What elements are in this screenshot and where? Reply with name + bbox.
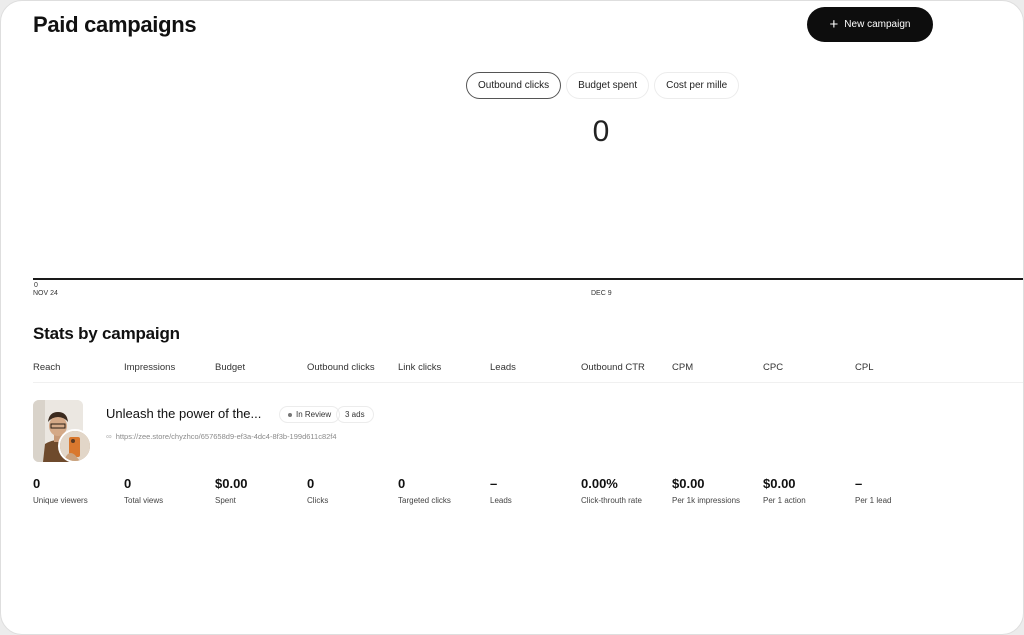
stat-label-leads: Leads — [490, 496, 512, 505]
column-header-outbound-clicks: Outbound clicks — [307, 362, 375, 373]
stat-value-cpc: $0.00 — [763, 476, 796, 491]
column-header-impressions: Impressions — [124, 362, 176, 373]
stat-value-outbound-clicks: 0 — [307, 476, 315, 491]
stat-label-budget: Spent — [215, 496, 236, 505]
column-header-reach: Reach — [33, 362, 61, 373]
x-tick-label: NOV 24 — [33, 290, 58, 297]
app-frame: Paid campaigns + New campaign Outbound c… — [0, 0, 1024, 635]
product-photo-icon — [60, 431, 90, 461]
campaign-name[interactable]: Unleash the power of the... — [106, 406, 261, 421]
ads-count-badge: 3 ads — [336, 406, 374, 423]
y-tick-label: 0 — [34, 282, 38, 289]
tab-cost-per-mille[interactable]: Cost per mille — [654, 72, 740, 99]
column-header-cpl: CPL — [855, 362, 874, 373]
campaign-url[interactable]: https://zee.store/chyzhco/657658d9-ef3a-… — [116, 432, 337, 441]
stat-label-cpl: Per 1 lead — [855, 496, 892, 505]
column-header-budget: Budget — [215, 362, 246, 373]
stat-value-outbound-ctr: 0.00% — [581, 476, 618, 491]
column-header-outbound-ctr: Outbound CTR — [581, 362, 645, 373]
campaign-link[interactable]: ∞ https://zee.store/chyzhco/657658d9-ef3… — [106, 432, 337, 441]
campaign-product-thumbnail[interactable] — [58, 429, 92, 463]
stat-value-link-clicks: 0 — [398, 476, 406, 491]
tab-outbound-clicks[interactable]: Outbound clicks — [466, 72, 562, 99]
new-campaign-label: New campaign — [844, 19, 911, 30]
stat-value-impressions: 0 — [124, 476, 132, 491]
new-campaign-button[interactable]: + New campaign — [807, 7, 933, 42]
column-header-cpc: CPC — [763, 362, 784, 373]
stat-label-outbound-clicks: Clicks — [307, 496, 329, 505]
metric-current-value: 0 — [592, 115, 610, 148]
status-badge: In Review — [279, 406, 341, 423]
link-icon: ∞ — [106, 432, 112, 441]
page-title: Paid campaigns — [33, 12, 197, 37]
column-header-cpm: CPM — [672, 362, 694, 373]
status-dot-icon — [288, 412, 292, 417]
metric-tabs: Outbound clicks Budget spent Cost per mi… — [466, 72, 740, 99]
column-header-leads: Leads — [490, 362, 516, 373]
stat-label-cpm: Per 1k impressions — [672, 496, 741, 505]
stat-label-cpc: Per 1 action — [763, 496, 806, 505]
table-header-divider — [33, 382, 1023, 383]
chart-baseline — [33, 278, 1023, 280]
column-header-link-clicks: Link clicks — [398, 362, 442, 373]
stat-label-outbound-ctr: Click-throuth rate — [581, 496, 642, 505]
x-tick-label: DEC 9 — [591, 290, 612, 297]
stat-label-reach: Unique viewers — [33, 496, 88, 505]
stat-label-link-clicks: Targeted clicks — [398, 496, 451, 505]
stat-value-reach: 0 — [33, 476, 41, 491]
stat-value-budget: $0.00 — [215, 476, 248, 491]
status-badge-label: In Review — [296, 410, 332, 419]
stat-value-leads: – — [490, 476, 498, 491]
stat-label-impressions: Total views — [124, 496, 164, 505]
stat-value-cpl: – — [855, 476, 863, 491]
stat-value-cpm: $0.00 — [672, 476, 705, 491]
tab-budget-spent[interactable]: Budget spent — [566, 72, 650, 99]
stats-section-title: Stats by campaign — [33, 324, 180, 343]
plus-icon: + — [829, 15, 839, 33]
